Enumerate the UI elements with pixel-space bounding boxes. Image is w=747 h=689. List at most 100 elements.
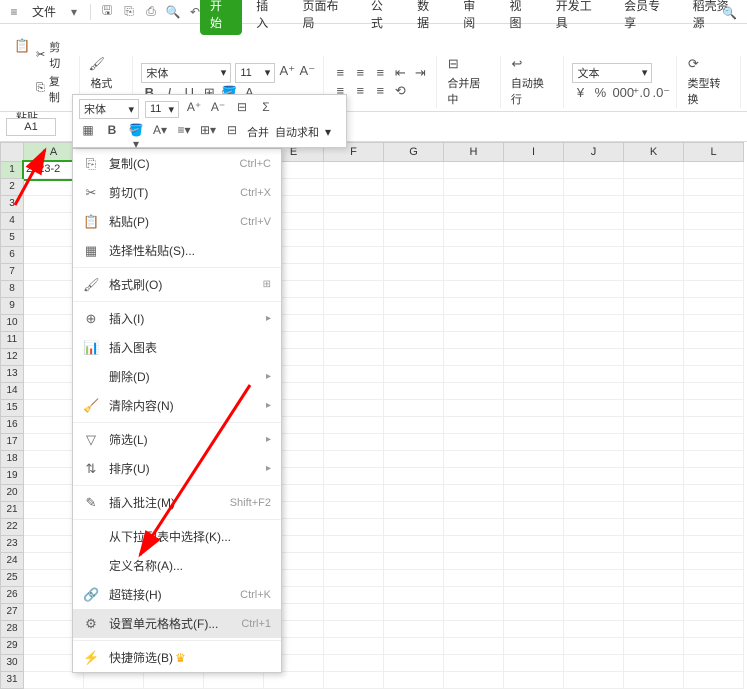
cell[interactable]: [444, 230, 504, 247]
tab-dev-tools[interactable]: 开发工具: [546, 0, 610, 35]
context-menu-item[interactable]: ⎘复制(C)Ctrl+C: [73, 149, 281, 178]
cell[interactable]: [624, 553, 684, 570]
cell[interactable]: [384, 570, 444, 587]
cell[interactable]: [384, 604, 444, 621]
cell[interactable]: [504, 349, 564, 366]
cell[interactable]: [324, 587, 384, 604]
row-head[interactable]: 1: [0, 162, 24, 179]
cell[interactable]: [384, 621, 444, 638]
tab-member[interactable]: 会员专享: [614, 0, 678, 35]
cell[interactable]: [564, 468, 624, 485]
cell[interactable]: [384, 417, 444, 434]
cell[interactable]: [384, 332, 444, 349]
search-icon[interactable]: 🔍: [722, 6, 737, 20]
cell[interactable]: [504, 655, 564, 672]
cell[interactable]: [384, 349, 444, 366]
cell[interactable]: [444, 383, 504, 400]
row-head[interactable]: 12: [0, 349, 24, 366]
cell[interactable]: [684, 621, 744, 638]
font-size-select[interactable]: 11▾: [235, 63, 275, 83]
cell[interactable]: [624, 247, 684, 264]
align-icon[interactable]: ≡▾: [175, 123, 193, 141]
cell[interactable]: [444, 417, 504, 434]
cell[interactable]: [504, 502, 564, 519]
cell[interactable]: [444, 587, 504, 604]
cell[interactable]: [504, 196, 564, 213]
cell[interactable]: [624, 468, 684, 485]
row-head[interactable]: 18: [0, 451, 24, 468]
cell[interactable]: [624, 400, 684, 417]
cell[interactable]: [384, 485, 444, 502]
cell[interactable]: [564, 349, 624, 366]
cell[interactable]: [444, 536, 504, 553]
row-head[interactable]: 16: [0, 417, 24, 434]
cell[interactable]: [444, 672, 504, 689]
increase-font-icon[interactable]: A⁺: [279, 63, 295, 79]
col-head[interactable]: G: [384, 142, 444, 162]
row-head[interactable]: 2: [0, 179, 24, 196]
cell[interactable]: [624, 536, 684, 553]
cell[interactable]: [564, 502, 624, 519]
sum-icon[interactable]: Σ: [257, 100, 275, 118]
cell[interactable]: [624, 655, 684, 672]
cell[interactable]: [624, 349, 684, 366]
convert-icon[interactable]: ⟳: [685, 56, 701, 72]
cell[interactable]: [564, 604, 624, 621]
cell[interactable]: [624, 434, 684, 451]
paste-icon[interactable]: 📋: [14, 38, 30, 54]
cell[interactable]: [564, 485, 624, 502]
cell[interactable]: [324, 570, 384, 587]
bold-icon[interactable]: B: [103, 123, 121, 141]
row-head[interactable]: 14: [0, 383, 24, 400]
cell[interactable]: [564, 264, 624, 281]
cell[interactable]: [444, 502, 504, 519]
cell[interactable]: [564, 536, 624, 553]
cell[interactable]: [444, 213, 504, 230]
cell[interactable]: [204, 672, 264, 689]
cell[interactable]: [684, 400, 744, 417]
cell[interactable]: [384, 298, 444, 315]
cell[interactable]: [624, 570, 684, 587]
cell[interactable]: [324, 264, 384, 281]
cell[interactable]: [504, 519, 564, 536]
cell[interactable]: [564, 213, 624, 230]
dec-inc-icon[interactable]: ⁺.0: [632, 85, 648, 101]
cell[interactable]: [444, 604, 504, 621]
row-head[interactable]: 7: [0, 264, 24, 281]
cell[interactable]: [624, 162, 684, 179]
cell[interactable]: [324, 247, 384, 264]
cell[interactable]: [504, 604, 564, 621]
merge-center-label[interactable]: 合并居中: [445, 74, 492, 108]
cell[interactable]: [324, 162, 384, 179]
cell[interactable]: [324, 196, 384, 213]
align-mid-icon[interactable]: ≡: [352, 65, 368, 81]
cell[interactable]: [324, 604, 384, 621]
cell[interactable]: [504, 366, 564, 383]
cell[interactable]: [384, 502, 444, 519]
cell[interactable]: [564, 315, 624, 332]
cell[interactable]: [444, 281, 504, 298]
context-menu-item[interactable]: ⇅排序(U)▸: [73, 454, 281, 483]
cell[interactable]: [324, 485, 384, 502]
cell[interactable]: [324, 536, 384, 553]
indent-inc-icon[interactable]: ⇥: [412, 65, 428, 81]
col-head[interactable]: J: [564, 142, 624, 162]
cell[interactable]: [324, 298, 384, 315]
cell[interactable]: [564, 417, 624, 434]
cell[interactable]: [444, 638, 504, 655]
row-head[interactable]: 4: [0, 213, 24, 230]
cell[interactable]: [504, 417, 564, 434]
format-painter-icon[interactable]: 🖌: [88, 56, 104, 72]
cell[interactable]: [444, 298, 504, 315]
tab-start[interactable]: 开始: [200, 0, 242, 35]
cell[interactable]: [684, 247, 744, 264]
cell[interactable]: [624, 315, 684, 332]
cell[interactable]: [264, 672, 324, 689]
cell[interactable]: [384, 230, 444, 247]
cell[interactable]: [504, 536, 564, 553]
cell[interactable]: [84, 672, 144, 689]
cell[interactable]: [624, 604, 684, 621]
cell[interactable]: [564, 570, 624, 587]
number-format-select[interactable]: 文本▾: [572, 63, 652, 83]
context-menu-item[interactable]: ⊕插入(I)▸: [73, 304, 281, 333]
